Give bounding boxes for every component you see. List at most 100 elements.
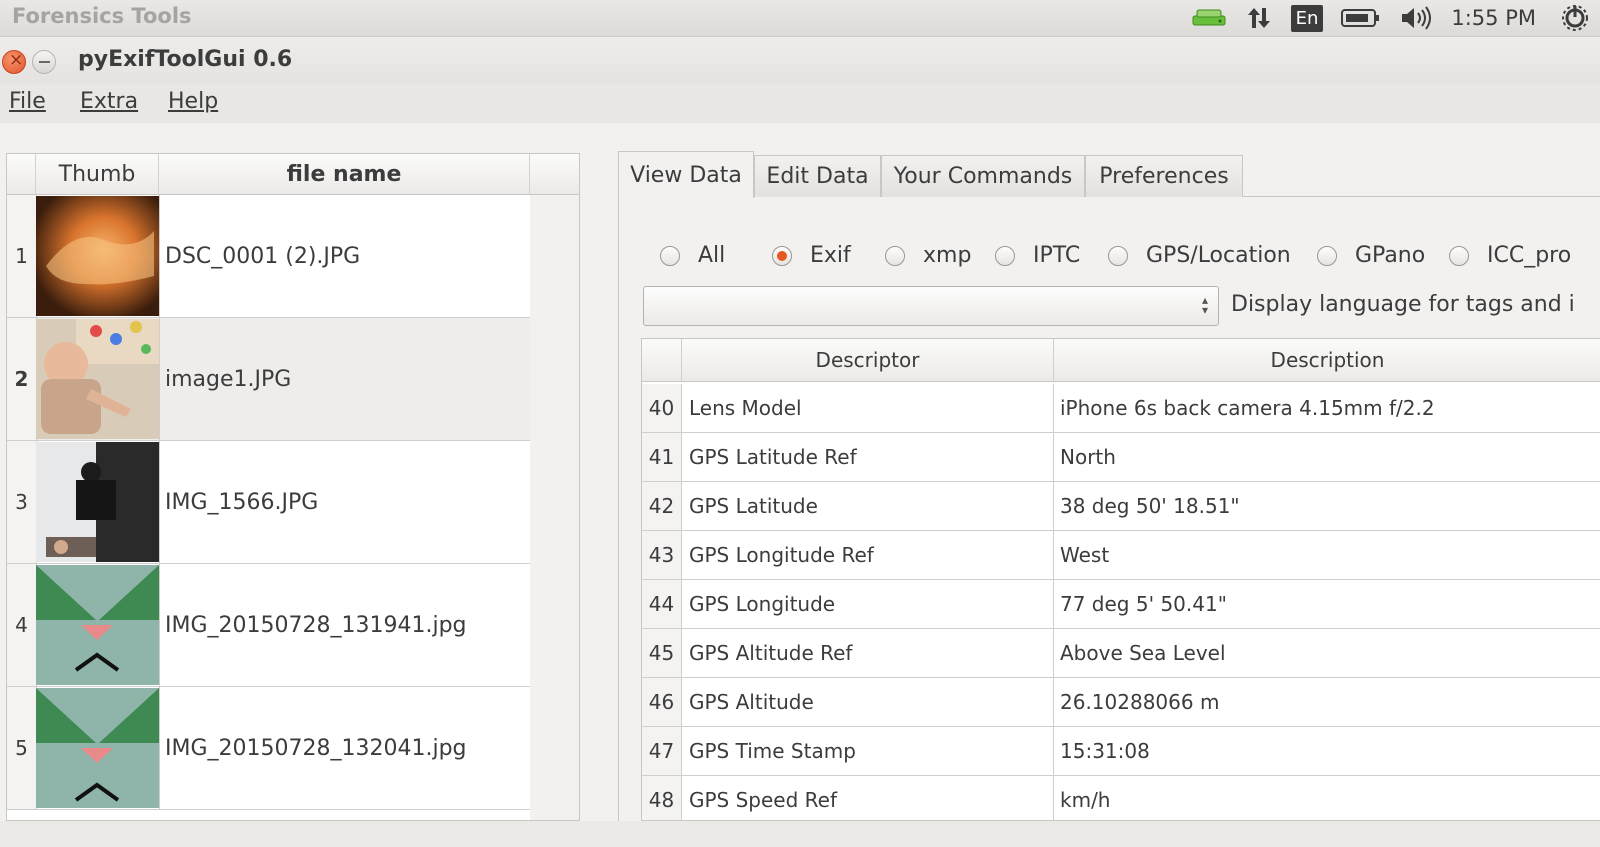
metadata-row[interactable]: 46 GPS Altitude 26.10288066 m bbox=[642, 678, 1600, 727]
file-name: IMG_1566.JPG bbox=[165, 489, 319, 515]
radio-icc-label: ICC_pro bbox=[1487, 243, 1572, 268]
row-number: 2 bbox=[7, 318, 37, 440]
file-name: IMG_20150728_132041.jpg bbox=[165, 735, 467, 761]
tag-value: 38 deg 50' 18.51" bbox=[1060, 494, 1240, 518]
file-row[interactable]: 4 IMG_20150728_131941.jpg bbox=[7, 564, 530, 687]
description-column-header[interactable]: Description bbox=[1054, 339, 1600, 382]
radio-gpano[interactable]: GPano bbox=[1317, 243, 1425, 268]
row-number: 48 bbox=[642, 776, 682, 820]
tag-value: West bbox=[1060, 543, 1110, 567]
metadata-row[interactable]: 47 GPS Time Stamp 15:31:08 bbox=[642, 727, 1600, 776]
metadata-row[interactable]: 40 Lens Model iPhone 6s back camera 4.15… bbox=[642, 384, 1600, 433]
column-divider bbox=[159, 195, 160, 317]
close-window-button[interactable] bbox=[2, 50, 26, 74]
row-number: 5 bbox=[7, 687, 37, 809]
radio-gpano-indicator bbox=[1317, 245, 1337, 266]
drive-icon[interactable] bbox=[1191, 0, 1227, 36]
column-divider bbox=[1053, 531, 1054, 579]
metadata-row[interactable]: 44 GPS Longitude 77 deg 5' 50.41" bbox=[642, 580, 1600, 629]
table-empty-area bbox=[530, 195, 579, 820]
radio-gpano-label: GPano bbox=[1355, 243, 1426, 268]
tag-descriptor: GPS Altitude Ref bbox=[689, 641, 853, 665]
file-row[interactable]: 1 DSC_0001 (2).JPG bbox=[7, 195, 530, 318]
file-table-corner[interactable] bbox=[7, 154, 36, 195]
thumbnail-image bbox=[36, 196, 159, 316]
thumbnail-image bbox=[36, 442, 159, 562]
tag-descriptor: GPS Speed Ref bbox=[689, 788, 838, 812]
battery-icon[interactable] bbox=[1341, 0, 1381, 36]
radio-all[interactable]: All bbox=[660, 243, 725, 268]
minimize-window-button[interactable] bbox=[32, 50, 56, 74]
keyboard-layout-label: En bbox=[1290, 4, 1324, 32]
column-divider bbox=[1053, 384, 1054, 432]
metadata-row[interactable]: 43 GPS Longitude Ref West bbox=[642, 531, 1600, 580]
status-strip bbox=[0, 821, 1600, 847]
radio-icc-profile[interactable]: ICC_pro bbox=[1449, 243, 1571, 268]
descriptor-column-header[interactable]: Descriptor bbox=[682, 339, 1054, 382]
tag-value: iPhone 6s back camera 4.15mm f/2.2 bbox=[1060, 396, 1435, 420]
metadata-row[interactable]: 45 GPS Altitude Ref Above Sea Level bbox=[642, 629, 1600, 678]
tag-descriptor: GPS Longitude Ref bbox=[689, 543, 874, 567]
tag-descriptor: GPS Time Stamp bbox=[689, 739, 856, 763]
file-name: image1.JPG bbox=[165, 366, 292, 392]
metadata-row[interactable]: 42 GPS Latitude 38 deg 50' 18.51" bbox=[642, 482, 1600, 531]
metadata-table[interactable]: Descriptor Description 40 Lens Model iPh… bbox=[641, 338, 1600, 821]
row-number: 4 bbox=[7, 564, 37, 686]
radio-icc-indicator bbox=[1449, 245, 1469, 266]
tag-descriptor: GPS Latitude bbox=[689, 494, 818, 518]
file-row-selected[interactable]: 2 image1.JPG bbox=[7, 318, 530, 441]
tag-value: 26.10288066 m bbox=[1060, 690, 1220, 714]
tab-preferences[interactable]: Preferences bbox=[1085, 155, 1243, 197]
tag-descriptor: GPS Longitude bbox=[689, 592, 836, 616]
menu-file[interactable]: File bbox=[9, 89, 46, 114]
column-divider bbox=[159, 687, 160, 809]
row-number: 46 bbox=[642, 678, 682, 726]
radio-iptc-indicator bbox=[995, 245, 1015, 266]
menu-extra[interactable]: Extra bbox=[80, 89, 138, 114]
row-number: 40 bbox=[642, 384, 682, 432]
radio-exif[interactable]: Exif bbox=[772, 243, 851, 268]
file-row[interactable]: 5 IMG_20150728_132041.jpg bbox=[7, 687, 530, 810]
radio-gps-label: GPS/Location bbox=[1146, 243, 1291, 268]
volume-icon[interactable] bbox=[1399, 0, 1433, 36]
radio-iptc[interactable]: IPTC bbox=[995, 243, 1080, 268]
file-row[interactable]: 3 IMG_1566.JPG bbox=[7, 441, 530, 564]
system-tray: En 1:55 PM bbox=[1191, 0, 1600, 36]
row-number: 45 bbox=[642, 629, 682, 677]
column-divider bbox=[159, 318, 160, 440]
metadata-row[interactable]: 48 GPS Speed Ref km/h bbox=[642, 776, 1600, 820]
window-titlebar: pyExifToolGui 0.6 bbox=[0, 37, 1600, 83]
tab-your-commands[interactable]: Your Commands bbox=[881, 155, 1085, 197]
row-number: 47 bbox=[642, 727, 682, 775]
radio-iptc-label: IPTC bbox=[1033, 243, 1081, 268]
filename-column-header[interactable]: file name bbox=[159, 154, 530, 195]
tab-view-data[interactable]: View Data bbox=[618, 151, 754, 198]
header-filler bbox=[530, 154, 579, 195]
radio-xmp[interactable]: xmp bbox=[885, 243, 971, 268]
metadata-row[interactable]: 41 GPS Latitude Ref North bbox=[642, 433, 1600, 482]
radio-all-label: All bbox=[698, 243, 726, 268]
radio-gps-location[interactable]: GPS/Location bbox=[1108, 243, 1291, 268]
tag-descriptor: GPS Altitude bbox=[689, 690, 814, 714]
row-number: 41 bbox=[642, 433, 682, 481]
metadata-table-corner[interactable] bbox=[642, 339, 682, 382]
tab-edit-data[interactable]: Edit Data bbox=[754, 155, 881, 197]
menu-help[interactable]: Help bbox=[168, 89, 218, 114]
row-number: 44 bbox=[642, 580, 682, 628]
tag-value: 15:31:08 bbox=[1060, 739, 1150, 763]
language-select[interactable]: ▴ ▾ bbox=[643, 286, 1219, 326]
file-table[interactable]: Thumb file name 1 DSC_0001 (2).JPG 2 ima… bbox=[6, 153, 580, 821]
column-divider bbox=[1053, 433, 1054, 481]
column-divider bbox=[159, 441, 160, 563]
thumb-column-header[interactable]: Thumb bbox=[36, 154, 159, 195]
power-gear-icon[interactable] bbox=[1562, 0, 1588, 36]
clock[interactable]: 1:55 PM bbox=[1451, 6, 1536, 30]
row-number: 43 bbox=[642, 531, 682, 579]
column-divider bbox=[1053, 678, 1054, 726]
network-transfer-icon[interactable] bbox=[1245, 0, 1273, 36]
column-divider bbox=[1053, 580, 1054, 628]
radio-xmp-indicator bbox=[885, 245, 905, 266]
keyboard-layout-indicator[interactable]: En bbox=[1290, 0, 1324, 36]
menu-help-label: Help bbox=[168, 89, 219, 114]
menu-extra-label: Extra bbox=[80, 89, 139, 114]
